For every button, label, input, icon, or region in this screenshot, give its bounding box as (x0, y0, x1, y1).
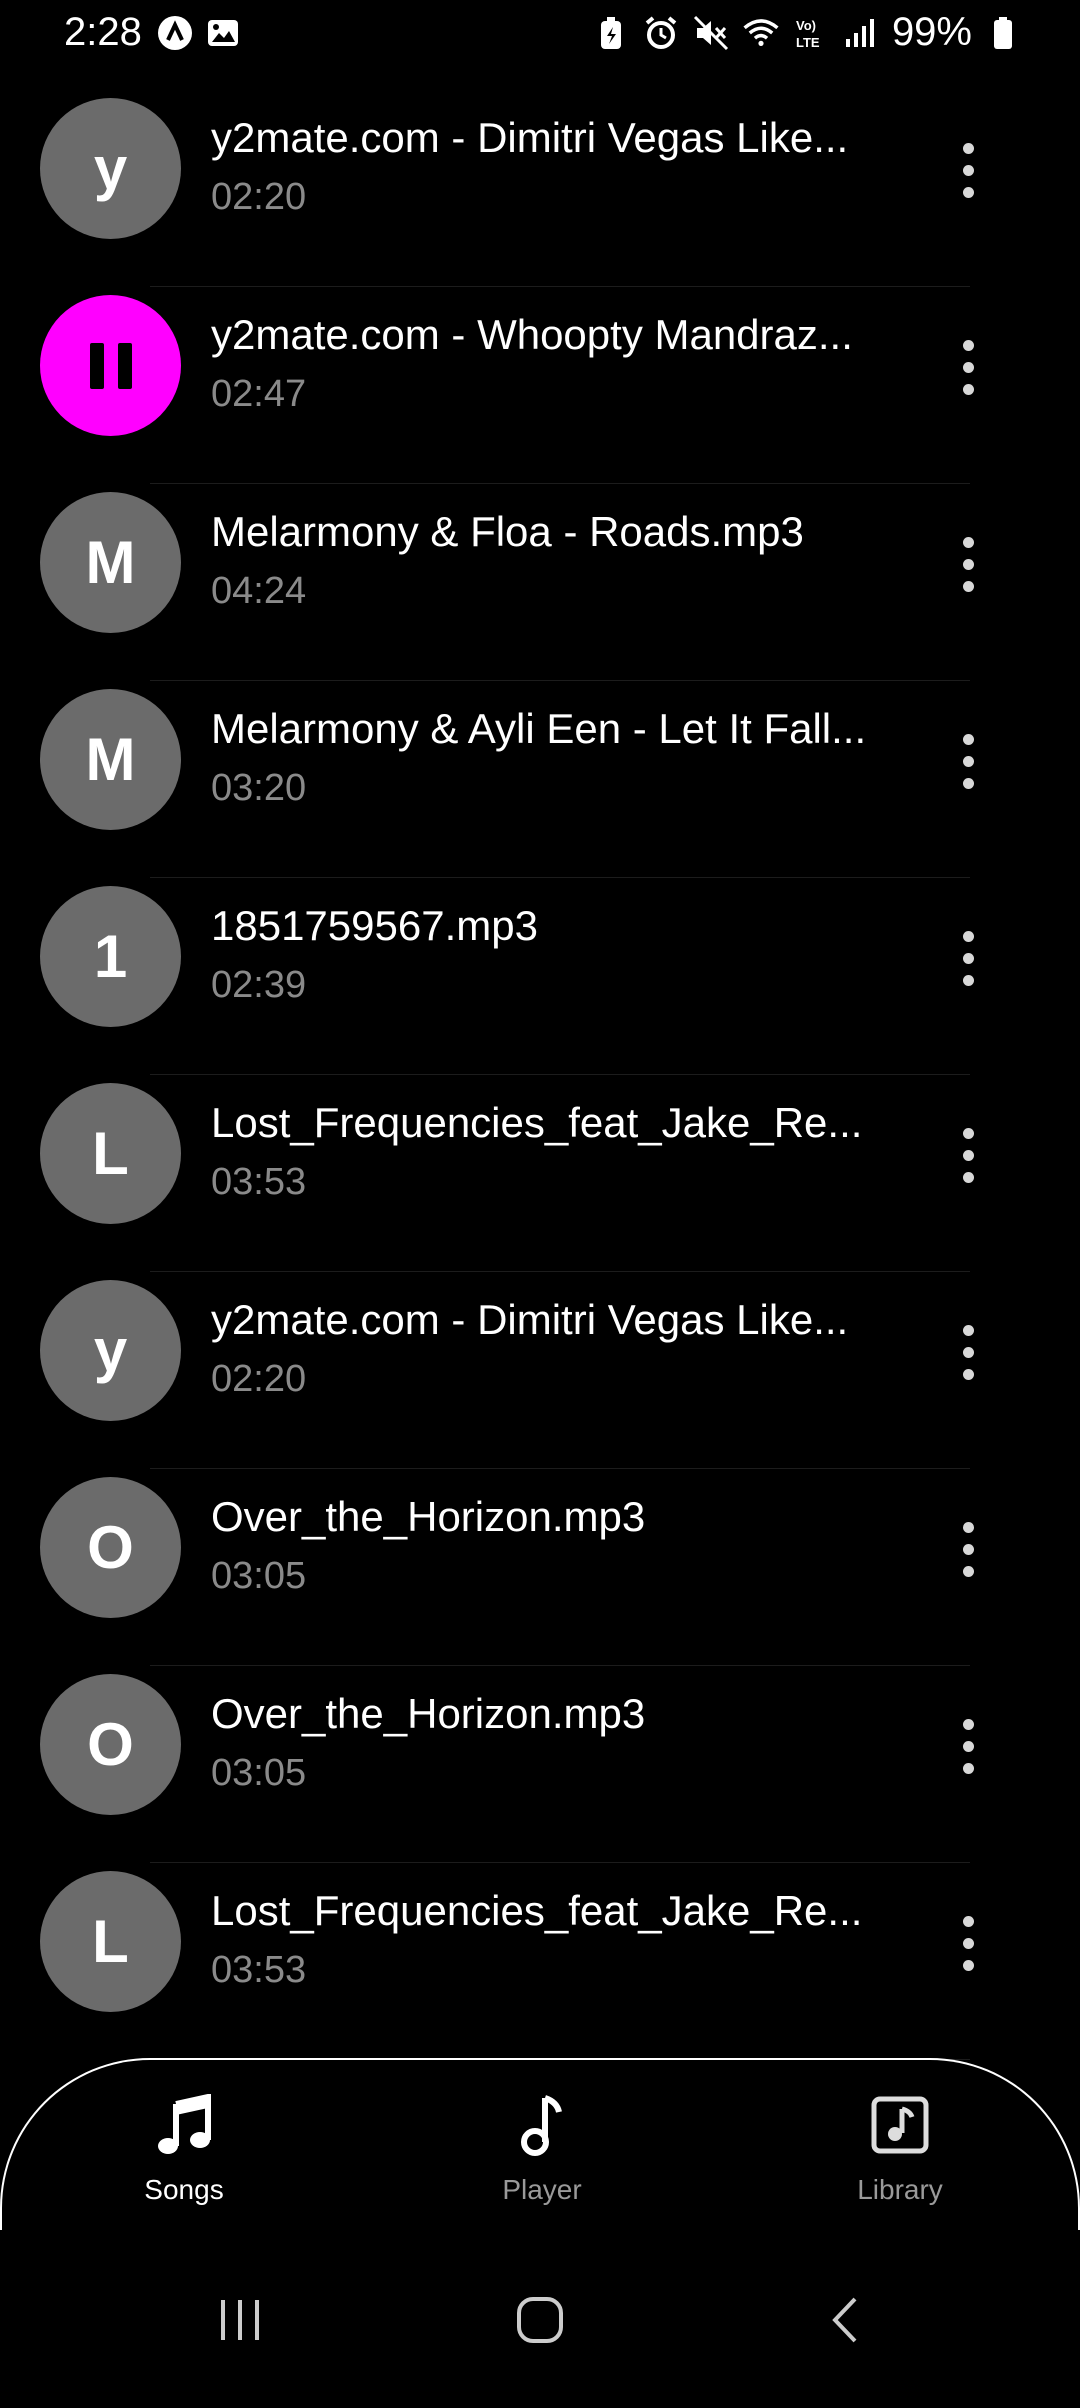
more-options-icon[interactable] (942, 920, 994, 996)
song-title: Melarmony & Floa - Roads.mp3 (211, 508, 804, 555)
song-avatar[interactable]: O (40, 1674, 181, 1815)
more-options-icon[interactable] (942, 1117, 994, 1193)
app-a-icon (156, 14, 194, 52)
song-row[interactable]: y y2mate.com - Dimitri Vegas Like... 02:… (0, 1272, 1080, 1469)
song-avatar[interactable]: L (40, 1871, 181, 2012)
song-row[interactable]: 1 1851759567.mp3 02:39 (0, 878, 1080, 1075)
song-duration: 02:47 (211, 373, 307, 415)
song-duration: 03:53 (211, 1949, 307, 1991)
svg-text:LTE: LTE (796, 35, 820, 50)
song-avatar[interactable]: O (40, 1477, 181, 1618)
song-row[interactable]: y y2mate.com - Dimitri Vegas Like... 02:… (0, 90, 1080, 287)
song-avatar[interactable]: M (40, 492, 181, 633)
song-title: Lost_Frequencies_feat_Jake_Re... (211, 1099, 863, 1146)
song-title: 1851759567.mp3 (211, 902, 538, 949)
status-time: 2:28 (64, 10, 142, 54)
song-row[interactable]: M Melarmony & Floa - Roads.mp3 04:24 (0, 484, 1080, 681)
song-duration: 04:24 (211, 570, 307, 612)
song-title: Melarmony & Ayli Een - Let It Fall... (211, 705, 867, 752)
pause-icon (89, 342, 132, 389)
status-left-icons (156, 14, 242, 52)
nav-songs-tab[interactable]: Songs (84, 2090, 284, 2206)
music-notes-icon (84, 2090, 284, 2160)
song-avatar[interactable]: 1 (40, 886, 181, 1027)
more-options-icon[interactable] (942, 132, 994, 208)
battery-percent: 99% (891, 10, 972, 54)
song-row[interactable]: O Over_the_Horizon.mp3 03:05 (0, 1469, 1080, 1666)
svg-text:Vo): Vo) (796, 18, 816, 33)
song-row[interactable]: y2mate.com - Whoopty Mandraz... 02:47 (0, 287, 1080, 484)
library-icon (800, 2090, 1000, 2160)
nav-songs-label: Songs (144, 2174, 224, 2205)
song-row[interactable]: O Over_the_Horizon.mp3 03:05 (0, 1666, 1080, 1863)
song-title: Over_the_Horizon.mp3 (211, 1493, 646, 1540)
pause-button[interactable] (40, 295, 181, 436)
song-duration: 02:20 (211, 1358, 307, 1400)
song-title: Lost_Frequencies_feat_Jake_Re... (211, 1887, 863, 1934)
song-duration: 02:20 (211, 176, 307, 218)
nav-library-label: Library (857, 2174, 943, 2205)
song-title: y2mate.com - Dimitri Vegas Like... (211, 1296, 849, 1343)
signal-icon (842, 14, 880, 52)
gallery-icon (204, 14, 242, 52)
song-duration: 03:53 (211, 1161, 307, 1203)
battery-saver-icon (592, 14, 630, 52)
music-note-icon (442, 2090, 642, 2160)
song-duration: 03:20 (211, 767, 307, 809)
more-options-icon[interactable] (942, 723, 994, 799)
bottom-nav: Songs Player Library (0, 2058, 1080, 2230)
more-options-icon[interactable] (942, 1314, 994, 1390)
song-row[interactable]: L Lost_Frequencies_feat_Jake_Re... 03:53 (0, 1863, 1080, 2060)
more-options-icon[interactable] (942, 329, 994, 405)
status-bar: 2:28 Vo) LTE 99% (0, 0, 1080, 70)
song-avatar[interactable]: y (40, 1280, 181, 1421)
song-duration: 03:05 (211, 1555, 307, 1597)
recent-apps-icon[interactable] (200, 2280, 280, 2360)
status-right-icons: Vo) LTE 99% (592, 10, 1022, 55)
back-icon[interactable] (805, 2280, 885, 2360)
song-title: y2mate.com - Whoopty Mandraz... (211, 311, 853, 358)
song-avatar[interactable]: L (40, 1083, 181, 1224)
mute-icon (692, 14, 730, 52)
song-title: y2mate.com - Dimitri Vegas Like... (211, 114, 849, 161)
nav-player-label: Player (502, 2174, 582, 2205)
more-options-icon[interactable] (942, 526, 994, 602)
battery-icon (984, 14, 1022, 52)
song-row[interactable]: M Melarmony & Ayli Een - Let It Fall... … (0, 681, 1080, 878)
song-row[interactable]: L Lost_Frequencies_feat_Jake_Re... 03:53 (0, 1075, 1080, 1272)
song-title: Over_the_Horizon.mp3 (211, 1690, 646, 1737)
more-options-icon[interactable] (942, 1511, 994, 1587)
system-nav-bar (0, 2230, 1080, 2408)
volte-icon: Vo) LTE (792, 14, 830, 52)
song-avatar[interactable]: M (40, 689, 181, 830)
wifi-icon (742, 14, 780, 52)
song-duration: 03:05 (211, 1752, 307, 1794)
song-list: y y2mate.com - Dimitri Vegas Like... 02:… (0, 90, 1080, 2060)
nav-library-tab[interactable]: Library (800, 2090, 1000, 2206)
more-options-icon[interactable] (942, 1905, 994, 1981)
alarm-icon (642, 14, 680, 52)
song-avatar[interactable]: y (40, 98, 181, 239)
nav-player-tab[interactable]: Player (442, 2090, 642, 2206)
song-duration: 02:39 (211, 964, 307, 1006)
more-options-icon[interactable] (942, 1708, 994, 1784)
home-icon[interactable] (500, 2280, 580, 2360)
